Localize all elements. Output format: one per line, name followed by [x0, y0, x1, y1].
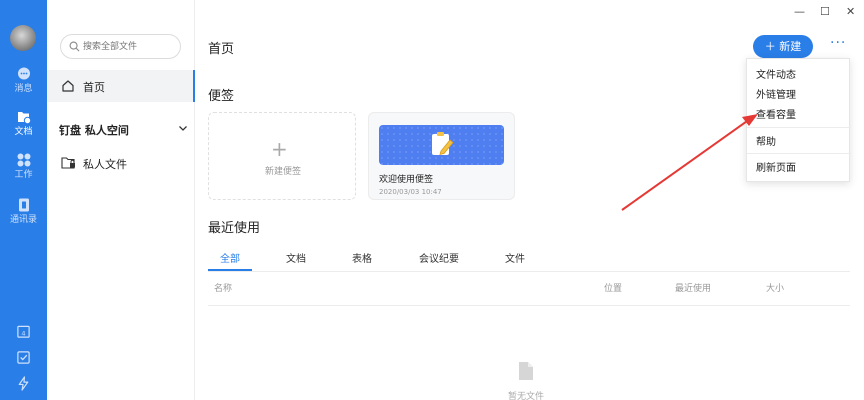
tab-all[interactable]: 全部: [220, 250, 240, 265]
new-note-card[interactable]: + 新建便签: [208, 112, 356, 200]
checkbox-icon: [17, 351, 30, 364]
empty-file-icon: [519, 362, 533, 380]
search-icon: [69, 41, 80, 52]
empty-state-text: 暂无文件: [508, 392, 545, 400]
maximize-button[interactable]: ☐: [820, 5, 830, 18]
column-location: 位置: [604, 284, 623, 294]
menu-item-refresh[interactable]: 刷新页面: [756, 159, 796, 174]
page-title: 首页: [208, 42, 235, 57]
divider: [208, 305, 850, 306]
calendar-icon: 4: [17, 325, 30, 338]
space-selector-label[interactable]: 钉盘 私人空间: [59, 122, 129, 138]
cloud-folder-icon: [17, 112, 31, 125]
rail-item-contacts[interactable]: 通讯录: [0, 197, 47, 225]
note-name: 欢迎使用便签: [379, 175, 434, 185]
rail-item-messages[interactable]: 消息: [0, 66, 47, 94]
column-last-used: 最近使用: [675, 284, 712, 294]
menu-divider: [747, 127, 851, 128]
close-button[interactable]: ✕: [846, 5, 855, 18]
tab-docs[interactable]: 文档: [286, 250, 306, 265]
recent-section-title: 最近使用: [208, 221, 261, 236]
rail-label: 工作: [14, 170, 33, 180]
sidebar-item-private-files[interactable]: 私人文件: [61, 156, 181, 171]
lightning-icon: [18, 376, 29, 391]
rail-label: 通讯录: [9, 215, 37, 225]
notes-section-title: 便签: [208, 89, 235, 104]
minimize-button[interactable]: —: [794, 5, 805, 18]
calendar-button[interactable]: 4: [0, 324, 47, 339]
sidebar-item-label: 私人文件: [83, 158, 127, 171]
menu-item-view-storage[interactable]: 查看容量: [756, 106, 796, 121]
sidebar-item-label: 首页: [83, 81, 105, 94]
sidebar: 首页 钉盘 私人空间 私人文件: [47, 0, 195, 400]
menu-divider: [747, 153, 851, 154]
note-date: 2020/03/03 10:47: [379, 188, 442, 196]
home-icon: [62, 80, 74, 92]
todo-button[interactable]: [0, 350, 47, 365]
tab-sheets[interactable]: 表格: [352, 250, 372, 265]
note-pencil-icon: [432, 132, 454, 156]
column-size: 大小: [766, 284, 785, 294]
new-button[interactable]: ＋ 新建: [753, 35, 813, 58]
divider: [208, 271, 850, 272]
svg-text:4: 4: [21, 329, 25, 337]
more-button[interactable]: ···: [830, 36, 848, 52]
chevron-down-icon[interactable]: [178, 123, 188, 133]
new-note-label: 新建便签: [264, 167, 301, 177]
contacts-book-icon: [18, 198, 29, 212]
note-thumbnail: [379, 125, 504, 165]
menu-item-file-activity[interactable]: 文件动态: [756, 66, 796, 81]
tab-files[interactable]: 文件: [505, 250, 525, 265]
left-rail: 消息 文档 工作 通讯录 4: [0, 0, 47, 400]
rail-item-work[interactable]: 工作: [0, 152, 47, 180]
menu-item-link-management[interactable]: 外链管理: [756, 86, 796, 101]
rail-item-docs[interactable]: 文档: [0, 109, 47, 137]
menu-item-help[interactable]: 帮助: [756, 133, 776, 148]
rail-label: 文档: [14, 127, 33, 137]
private-folder-icon: [61, 157, 75, 169]
avatar[interactable]: [10, 25, 36, 51]
search-box[interactable]: [60, 34, 181, 59]
sidebar-item-home[interactable]: 首页: [47, 70, 195, 102]
active-indicator: [193, 70, 195, 102]
search-input[interactable]: [83, 39, 175, 54]
flash-button[interactable]: [0, 376, 47, 391]
note-card[interactable]: 欢迎使用便签 2020/03/03 10:47: [368, 112, 515, 200]
chat-bubble-icon: [17, 67, 30, 80]
more-menu: 文件动态 外链管理 查看容量 帮助 刷新页面: [746, 58, 851, 182]
grid-apps-icon: [17, 153, 30, 167]
plus-icon: +: [271, 137, 288, 161]
tab-meeting-notes[interactable]: 会议纪要: [419, 250, 459, 265]
column-name: 名称: [214, 284, 233, 294]
rail-label: 消息: [14, 84, 33, 94]
